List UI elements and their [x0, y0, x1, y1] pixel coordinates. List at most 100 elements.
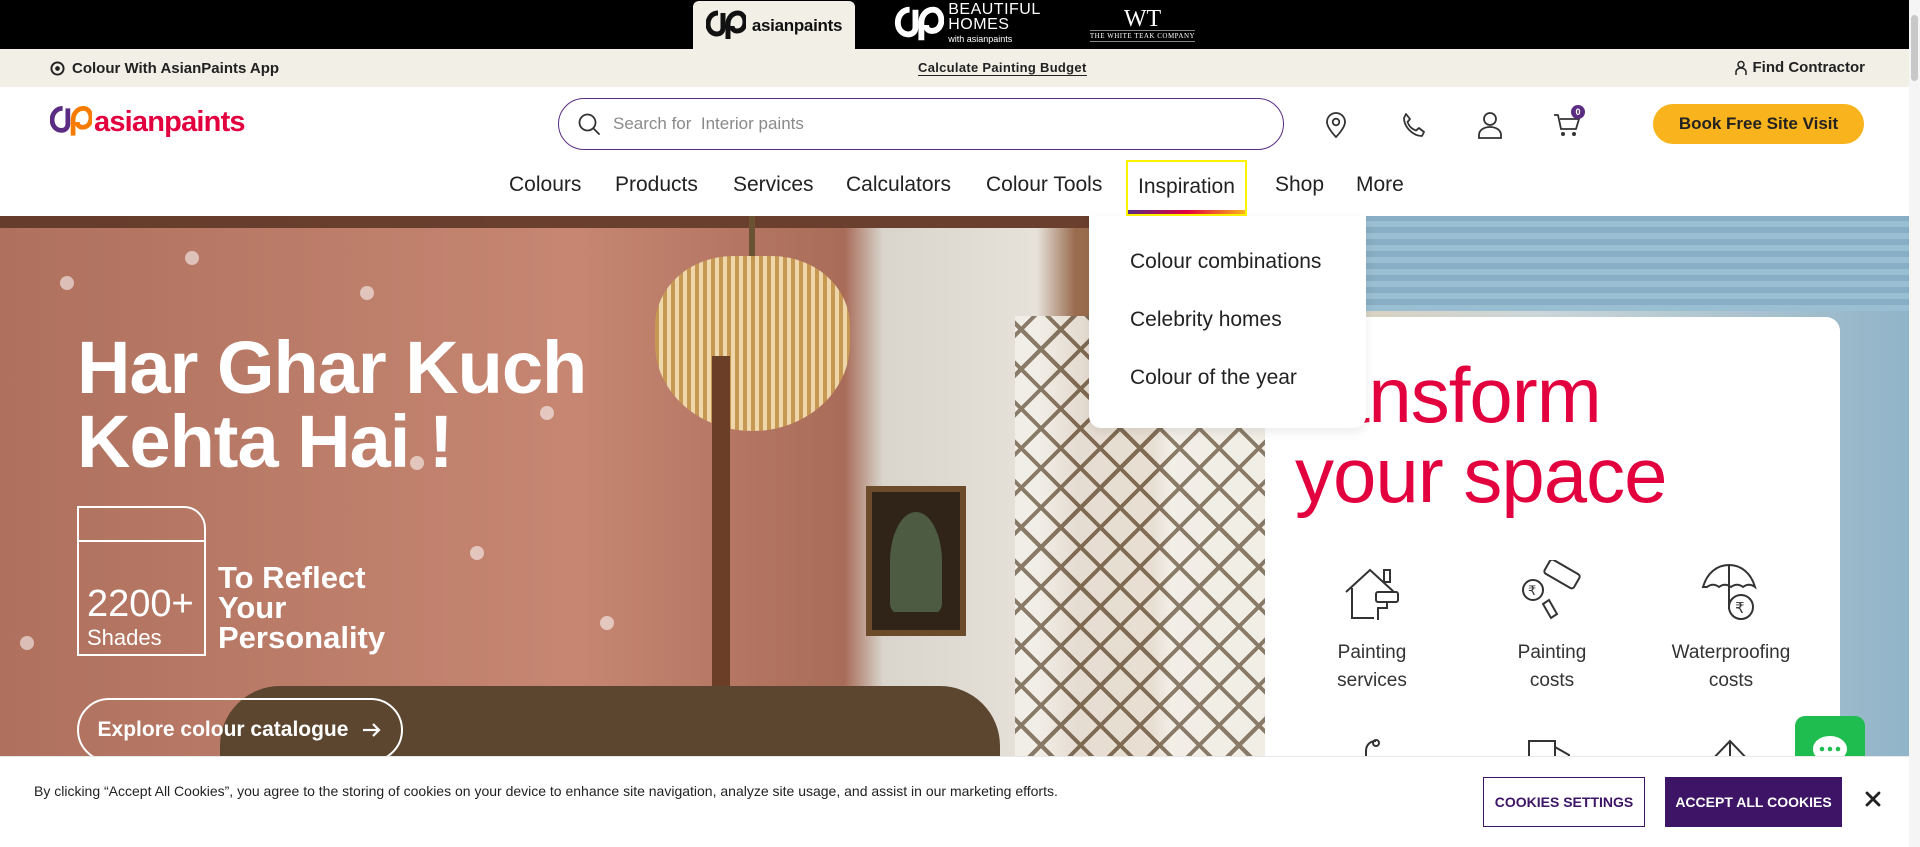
- painting-services-link[interactable]: Painting services: [1297, 557, 1447, 695]
- header: asianpaints 0 Book Free Site Visi: [0, 87, 1920, 159]
- inspiration-dropdown: Colour combinations Celebrity homes Colo…: [1089, 216, 1366, 428]
- nav-calculators[interactable]: Calculators: [846, 173, 951, 197]
- shield-house-icon: [1714, 739, 1746, 756]
- close-icon[interactable]: [1862, 788, 1884, 810]
- nav-shop[interactable]: Shop: [1275, 173, 1324, 197]
- shades-label: Shades: [87, 625, 162, 650]
- hero-tagline-line3: Personality: [218, 620, 386, 655]
- dropdown-colour-of-the-year[interactable]: Colour of the year: [1130, 366, 1297, 390]
- wall-flower-decor: [60, 276, 74, 290]
- brand-strip: asianpaints BEAUTIFUL HOMES with asianpa…: [0, 0, 1920, 50]
- waterproofing-costs-label: Waterproofing costs: [1656, 639, 1806, 695]
- account-button[interactable]: [1474, 109, 1506, 141]
- app-icon: [50, 61, 65, 76]
- nav-products[interactable]: Products: [615, 173, 698, 197]
- accept-all-cookies-button[interactable]: ACCEPT ALL COOKIES: [1665, 777, 1842, 827]
- svc-line2: services: [1337, 670, 1407, 691]
- search-box[interactable]: [558, 98, 1284, 150]
- white-teak-name: THE WHITE TEAK COMPANY: [1089, 29, 1196, 42]
- wall-painting-decor: [866, 486, 966, 636]
- cookie-consent-bar: By clicking “Accept All Cookies”, you ag…: [0, 756, 1920, 847]
- asianpaints-mark-icon: [50, 105, 92, 136]
- cookies-settings-button[interactable]: COOKIES SETTINGS: [1483, 777, 1645, 827]
- explore-button-label: Explore colour catalogue: [97, 718, 349, 741]
- asianpaints-logo[interactable]: asianpaints: [50, 102, 246, 142]
- asianpaints-logo-icon: [705, 9, 746, 39]
- wall-flower-decor: [600, 616, 614, 630]
- chandelier-decor: [655, 256, 850, 431]
- location-button[interactable]: [1320, 109, 1352, 141]
- wall-flower-decor: [20, 636, 34, 650]
- brand-tab-asianpaints[interactable]: asianpaints: [693, 1, 855, 50]
- painting-costs-link[interactable]: ₹ Painting costs: [1477, 557, 1627, 695]
- find-contractor-link[interactable]: Find Contractor: [1734, 59, 1866, 76]
- hero-title-line2: Kehta Hai !: [77, 400, 454, 483]
- hero-tagline-line1: To Reflect: [218, 560, 366, 595]
- dropdown-colour-combinations[interactable]: Colour combinations: [1130, 250, 1321, 274]
- hero-tagline: To Reflect Your Personality: [218, 560, 386, 655]
- scrollbar-thumb[interactable]: [1911, 15, 1918, 81]
- nav-inspiration[interactable]: Inspiration: [1126, 160, 1247, 216]
- svc-line1: Painting: [1517, 642, 1587, 663]
- wall-flower-decor: [360, 286, 374, 300]
- logo-text: asianpaints: [94, 105, 246, 138]
- hero-title: Har Ghar Kuch Kehta Hai !: [77, 326, 587, 483]
- nav-more[interactable]: More: [1356, 173, 1404, 197]
- svg-text:₹: ₹: [1528, 584, 1536, 599]
- search-icon: [578, 113, 600, 135]
- find-contractor-label: Find Contractor: [1752, 59, 1866, 76]
- page-scrollbar[interactable]: [1909, 0, 1920, 847]
- svc-line2: costs: [1529, 670, 1575, 691]
- painting-costs-label: Painting costs: [1477, 639, 1627, 695]
- painting-services-label: Painting services: [1297, 639, 1447, 695]
- house-roller-icon: [1345, 568, 1399, 620]
- beautiful-homes-line2: HOMES: [948, 16, 1010, 33]
- svc-line2: costs: [1708, 670, 1754, 691]
- cart-button[interactable]: 0: [1551, 105, 1585, 141]
- app-link[interactable]: Colour With AsianPaints App: [50, 60, 279, 77]
- hero-banner[interactable]: Har Ghar Kuch Kehta Hai ! 2200+ Shades T…: [0, 216, 1920, 756]
- beautiful-homes-text: BEAUTIFUL HOMES with asianpaints: [948, 2, 1041, 47]
- hero-title-line1: Har Ghar Kuch: [77, 326, 587, 409]
- nav-services[interactable]: Services: [733, 173, 814, 197]
- waterproofing-costs-link[interactable]: ₹ Waterproofing costs: [1656, 557, 1806, 695]
- white-teak-monogram: WT: [1123, 5, 1162, 32]
- budget-link[interactable]: Calculate Painting Budget: [918, 60, 1087, 76]
- phone-button[interactable]: [1397, 109, 1429, 141]
- main-nav: Colours Products Services Calculators Co…: [0, 159, 1920, 216]
- tile-icon: [1528, 740, 1570, 756]
- wall-flower-decor: [470, 546, 484, 560]
- cart-count-badge: 0: [1571, 105, 1585, 119]
- arrow-right-icon: [363, 723, 382, 737]
- contractor-icon: [1734, 60, 1747, 75]
- nav-colour-tools[interactable]: Colour Tools: [986, 173, 1102, 197]
- book-site-visit-button[interactable]: Book Free Site Visit: [1653, 104, 1864, 144]
- cookie-consent-text: By clicking “Accept All Cookies”, you ag…: [34, 783, 1058, 799]
- beautiful-homes-line1: BEAUTIFUL: [948, 1, 1041, 18]
- rupee-roller-icon: ₹: [1522, 560, 1581, 620]
- beautiful-homes-sub: with asianpaints: [948, 34, 1013, 44]
- beautiful-homes-logo-icon: [895, 6, 945, 40]
- svc-line1: Painting: [1337, 642, 1407, 663]
- brand-tab-white-teak[interactable]: WT THE WHITE TEAK COMPANY: [1080, 0, 1205, 49]
- wall-flower-decor: [185, 251, 199, 265]
- umbrella-rupee-icon: ₹: [1701, 563, 1757, 620]
- hero-ceiling-decor: [1365, 216, 1920, 311]
- search-input[interactable]: [613, 114, 1213, 134]
- transform-title-line2: your space: [1295, 431, 1668, 519]
- white-teak-logo: WT THE WHITE TEAK COMPANY: [1089, 5, 1196, 42]
- brand-tab-beautiful-homes[interactable]: BEAUTIFUL HOMES with asianpaints: [885, 0, 1050, 49]
- location-icon: [1326, 112, 1346, 139]
- phone-icon: [1403, 113, 1425, 137]
- tap-icon: [1365, 739, 1380, 756]
- svc-line1: Waterproofing: [1671, 642, 1791, 663]
- brand-tab-label: asianpaints: [751, 15, 843, 35]
- nav-colours[interactable]: Colours: [509, 173, 581, 197]
- dropdown-celebrity-homes[interactable]: Celebrity homes: [1130, 308, 1282, 332]
- utility-bar: Colour With AsianPaints App Calculate Pa…: [0, 49, 1920, 87]
- explore-colour-catalogue-button[interactable]: Explore colour catalogue: [77, 698, 403, 756]
- user-icon: [1478, 112, 1502, 139]
- hero-tagline-line2: Your: [218, 590, 287, 625]
- chandelier-chain: [749, 216, 755, 261]
- shades-badge: 2200+ Shades: [77, 506, 206, 656]
